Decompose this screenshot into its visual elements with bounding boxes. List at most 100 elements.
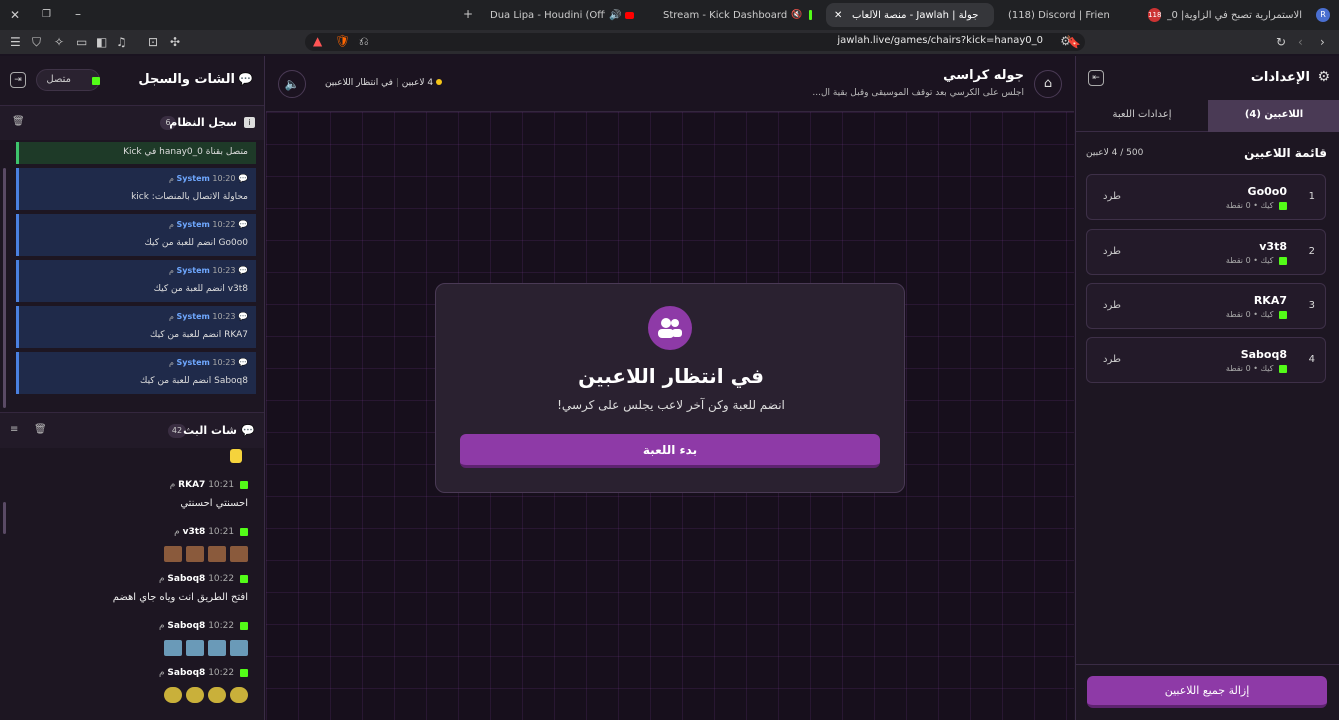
player-name: Saboq8 [1240,348,1287,361]
log-item: 💬 System 10:20 م محاولة الاتصال بالمنصات… [16,168,256,210]
reading-list-icon[interactable]: ▭ [76,35,87,49]
emote [208,545,226,562]
chat-meta: Saboq8 10:22 م [159,621,248,631]
log-sender: System [176,174,210,183]
sound-button[interactable]: 🔈 [278,70,306,98]
player-name: v3t8 [1259,240,1287,253]
log-meta: 💬 System 10:23 م [169,266,248,275]
player-card: طرد Saboq8 كيك • 0 نقطة 4 [1086,337,1326,383]
kick-icon [1279,256,1287,265]
close-tab-icon[interactable]: ✕ [834,10,842,21]
kick-player-button[interactable]: طرد [1103,191,1121,202]
chat-icon: 💬 [238,220,248,229]
trash-icon[interactable]: 🗑 [12,116,25,127]
emote [230,686,248,703]
brave-shield-icon[interactable]: 🛡 [335,34,350,48]
player-card: طرد RKA7 كيك • 0 نقطة 3 [1086,283,1326,329]
kick-icon [240,527,248,536]
emote-row [159,637,248,656]
chat-scrollbar[interactable] [3,502,6,534]
bookmark-icon[interactable]: 🔖 [1066,35,1081,49]
url-bar[interactable]: ▲ 🛡 ⎌ jawlah.live/games/chairs?kick=hana… [305,33,1085,51]
chat-text: افتح الطريق انت وياه جاي اهضم [112,592,248,603]
start-game-button[interactable]: بدء اللعبة [460,434,880,468]
screenshot-icon[interactable]: ⊡ [148,35,158,49]
emote [230,639,248,656]
collapse-panel-icon[interactable]: ⇤ [1088,70,1104,86]
kick-icon [1279,201,1287,210]
game-header: 🔈 4 لاعبين | في انتظار اللاعبين ⌂ جوله ك… [266,56,1074,112]
trash-icon[interactable]: 🗑 [34,424,47,435]
minimize-window-icon[interactable]: – [75,7,81,21]
player-meta: كيك • 0 نقطة [1226,364,1287,373]
shield-icon[interactable]: ⛉ [32,35,41,49]
chat-meta: v3t8 10:21 م [160,527,248,537]
tab-kick-dashboard[interactable]: Stream - Kick Dashboard 🔇 [655,3,815,27]
game-state: في انتظار اللاعبين [324,78,393,88]
kick-player-button[interactable]: طرد [1103,246,1121,257]
new-tab-button[interactable]: + [463,7,473,21]
kick-icon [240,668,248,677]
system-log-header: 🗑 6 سجل النظام i [0,106,264,140]
music-icon[interactable]: ♫ [116,35,127,49]
remove-all-players-button[interactable]: إزالة جميع اللاعبين [1087,676,1327,708]
waiting-subtitle: انضم للعبة وكن آخر لاعب يجلس على كرسي! [557,398,785,412]
youtube-icon [624,11,634,19]
players-count: 4 لاعبين [401,78,434,88]
collapse-panel-icon[interactable]: ⇥ [10,72,26,88]
player-meta: كيك • 0 نقطة [1226,256,1287,265]
profile-avatar[interactable]: R [1316,8,1330,22]
kick-icon [240,480,248,489]
tab-game-settings[interactable]: إعدادات اللعبة [1076,100,1208,132]
tab-players[interactable]: اللاعبين (4) [1208,100,1339,132]
chat-meta: Saboq8 10:22 م [113,574,248,584]
home-button[interactable]: ⌂ [1034,70,1062,98]
share-icon[interactable]: ⎌ [359,34,369,48]
puzzle-icon[interactable]: ✧ [54,35,64,49]
chat-title: شات البث [183,424,237,437]
kick-player-button[interactable]: طرد [1103,300,1121,311]
waiting-card: في انتظار اللاعبين انضم للعبة وكن آخر لا… [435,283,905,493]
tab-jawlah[interactable]: ✕ جولة | Jawlah - منصة الألعاب التفا [826,3,994,27]
log-meta: 💬 System 10:20 م [169,174,248,183]
brave-rewards-icon[interactable]: ▲ [313,34,322,48]
chat-text: احسنتي احسنتي [180,498,248,509]
log-scrollbar[interactable] [3,168,6,408]
sidebar-icon[interactable]: ◧ [96,35,107,49]
player-number: 4 [1308,354,1315,365]
log-item: 💬 System 10:23 م Saboq8 انضم للعبة من كي… [16,352,256,394]
tab-kick[interactable] [798,3,820,27]
players-list-title: قائمة اللاعبين [1244,146,1327,160]
menu-icon[interactable]: ☰ [10,35,21,49]
chat-message: Saboq8 10:22 م [159,621,248,656]
reload-icon[interactable]: ↻ [1276,35,1286,49]
chat-bubble-icon: 💬 [238,72,253,86]
game-subtitle: اجلس على الكرسي بعد توقف الموسيقى وقبل ب… [812,88,1024,98]
player-number: 3 [1308,300,1315,311]
chat-meta: Saboq8 10:22 م [159,668,248,678]
browser-tab-bar: ✕ ❐ – + Dua Lipa - Houdini (Official Mus… [0,0,1339,30]
chat-user: RKA7 [178,480,206,490]
chat-log-panel: ⇥ متصل الشات والسجل 💬 🗑 6 سجل النظام i م… [0,56,265,720]
chat-icon: 💬 [238,358,248,367]
kick-icon [240,574,248,583]
align-icon[interactable]: ≡ [10,424,18,435]
forward-icon[interactable]: ‹ [1298,35,1303,49]
tab-dua-lipa[interactable]: Dua Lipa - Houdini (Official Music 🔊 [482,3,642,27]
log-meta: 💬 System 10:23 م [169,358,248,367]
emote [230,545,248,562]
kick-player-button[interactable]: طرد [1103,354,1121,365]
tab-youtube[interactable]: 118 الاستمرارية تصبح في الزاوية| 0_0 IOL… [1140,3,1310,27]
back-icon[interactable]: › [1320,35,1325,49]
emote [208,686,226,703]
extensions-icon[interactable]: ✣ [170,35,180,49]
log-sender: System [176,220,210,229]
url-text[interactable]: jawlah.live/games/chairs?kick=hanay0_0 [837,35,1043,46]
tab-discord[interactable]: (118) Discord | Friends [1000,3,1110,27]
restore-window-icon[interactable]: ❐ [42,8,51,22]
log-item-connected: متصل بقناة hanay0_0 في Kick [16,142,256,164]
game-title: جوله كراسي [943,68,1024,83]
info-icon: i [244,117,255,128]
close-window-icon[interactable]: ✕ [10,8,20,22]
chat-message: Saboq8 10:22 م [159,668,248,703]
